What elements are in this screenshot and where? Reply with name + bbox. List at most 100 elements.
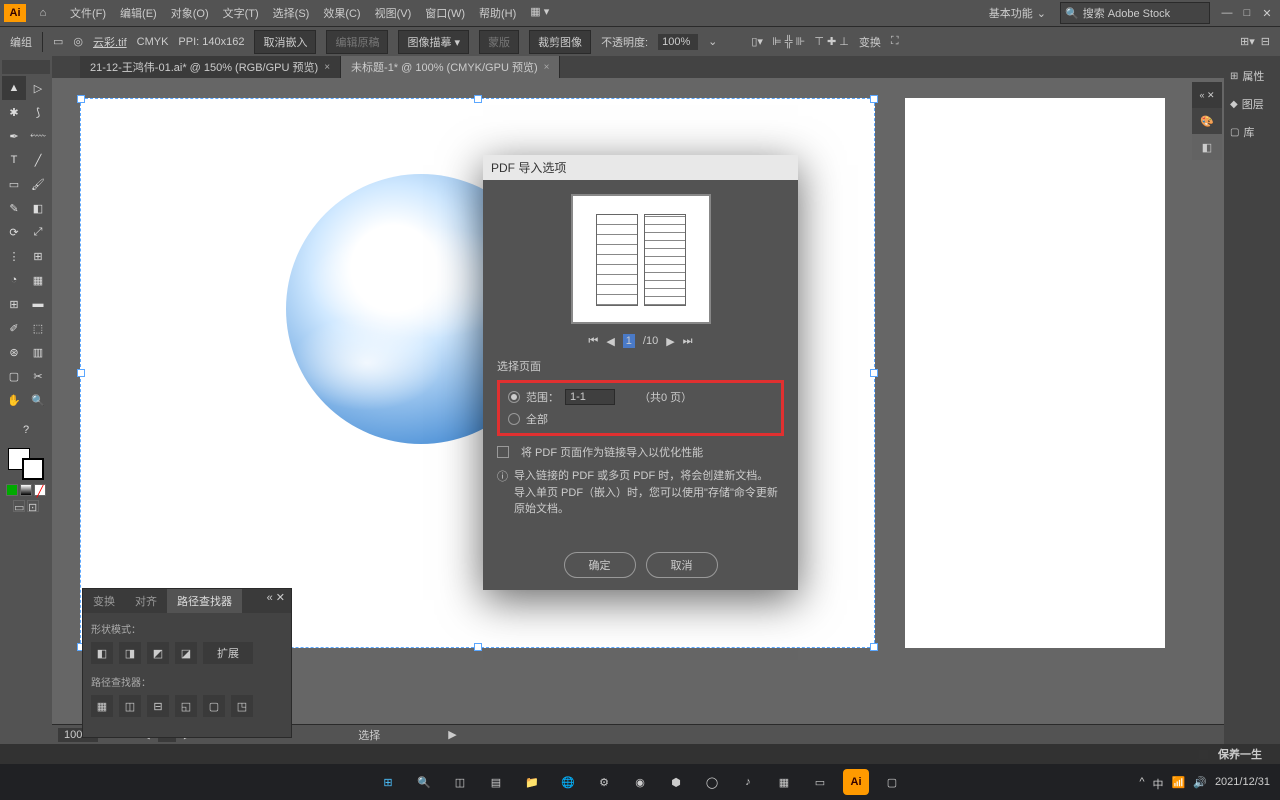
ok-button[interactable]: 确定 xyxy=(564,552,636,578)
curvature-tool[interactable]: ⬳ xyxy=(26,124,50,148)
merge-icon[interactable]: ⊟ xyxy=(147,695,169,717)
width-tool[interactable]: ⋮ xyxy=(2,244,26,268)
tab-doc1[interactable]: 21-12-王鸿伟-01.ai* @ 150% (RGB/GPU 预览)× xyxy=(80,56,341,78)
intersect-icon[interactable]: ◩ xyxy=(147,642,169,664)
taskview-icon[interactable]: ◫ xyxy=(447,769,473,795)
selection-tool[interactable]: ▲ xyxy=(2,76,26,100)
tray-chevron-icon[interactable]: ^ xyxy=(1139,776,1144,792)
checkbox[interactable] xyxy=(497,446,509,458)
prev-page-icon[interactable]: ◀ xyxy=(606,335,614,348)
perspective-tool[interactable]: ▦ xyxy=(26,268,50,292)
app-icon[interactable]: ⬢ xyxy=(663,769,689,795)
range-input[interactable]: 1-1 xyxy=(565,389,615,405)
wifi-icon[interactable]: 📶 xyxy=(1172,776,1186,792)
rotate-tool[interactable]: ⟳ xyxy=(2,220,26,244)
collapse-icon[interactable]: « xyxy=(267,592,273,604)
libraries-panel-button[interactable]: ▢ 库 xyxy=(1224,118,1280,146)
search-input[interactable]: 🔍搜索 Adobe Stock xyxy=(1060,2,1210,24)
divide-icon[interactable]: ▦ xyxy=(91,695,113,717)
gradient-tool[interactable]: ▬ xyxy=(26,292,50,316)
search-icon[interactable]: 🔍 xyxy=(411,769,437,795)
color-icon[interactable]: 🎨 xyxy=(1192,108,1222,134)
explorer-icon[interactable]: 📁 xyxy=(519,769,545,795)
range-radio[interactable] xyxy=(508,391,520,403)
menu-view[interactable]: 视图(V) xyxy=(369,2,418,24)
align-icons[interactable]: ▯▾ ⊫ ╬ ⊪ ⊤ ✚ ⊥ xyxy=(751,35,848,48)
app-icon[interactable]: ▭ xyxy=(807,769,833,795)
widgets-icon[interactable]: ▤ xyxy=(483,769,509,795)
next-page-icon[interactable]: ▶ xyxy=(666,335,674,348)
screen-mode-icon[interactable]: ⊡ xyxy=(27,500,39,512)
close-icon[interactable]: ✕ xyxy=(276,592,285,604)
properties-panel-button[interactable]: ⊞ 属性 xyxy=(1224,62,1280,90)
direct-selection-tool[interactable]: ▷ xyxy=(26,76,50,100)
slice-tool[interactable]: ✂ xyxy=(26,364,50,388)
outline-icon[interactable]: ▢ xyxy=(203,695,225,717)
eyedropper-tool[interactable]: ✐ xyxy=(2,316,26,340)
eraser-tool[interactable]: ◧ xyxy=(26,196,50,220)
app-icon[interactable]: ◯ xyxy=(699,769,725,795)
pen-tool[interactable]: ✒ xyxy=(2,124,26,148)
align-tab[interactable]: 对齐 xyxy=(125,589,167,613)
trim-icon[interactable]: ◫ xyxy=(119,695,141,717)
clock[interactable]: 2021/12/31 xyxy=(1215,776,1270,792)
layers-panel-button[interactable]: ◆ 图层 xyxy=(1224,90,1280,118)
home-icon[interactable]: ⌂ xyxy=(34,4,52,22)
minimize-button[interactable]: — xyxy=(1218,6,1236,20)
link-icon[interactable]: ▭ xyxy=(53,35,63,48)
last-page-icon[interactable]: ⏭ xyxy=(683,335,693,348)
transform-icon[interactable]: ⛶ xyxy=(891,35,899,48)
menu-select[interactable]: 选择(S) xyxy=(267,2,316,24)
target-icon[interactable]: ◎ xyxy=(73,35,83,48)
all-radio[interactable] xyxy=(508,413,520,425)
menu-file[interactable]: 文件(F) xyxy=(64,2,112,24)
pathfinder-tab[interactable]: 路径查找器 xyxy=(167,589,242,613)
line-tool[interactable]: ╱ xyxy=(26,148,50,172)
artboard-tool[interactable]: ▢ xyxy=(2,364,26,388)
opacity-input[interactable]: 100% xyxy=(658,34,698,50)
close-icon[interactable]: × xyxy=(544,62,550,73)
free-transform-tool[interactable]: ⊞ xyxy=(26,244,50,268)
toggle-fill-stroke[interactable]: ? xyxy=(14,418,38,442)
first-page-icon[interactable]: ⏮ xyxy=(588,335,598,348)
menu-window[interactable]: 窗口(W) xyxy=(419,2,471,24)
edge-icon[interactable]: 🌐 xyxy=(555,769,581,795)
chevron-down-icon[interactable]: ⌄ xyxy=(708,35,717,48)
cancel-button[interactable]: 取消 xyxy=(646,552,718,578)
blend-tool[interactable]: ⬚ xyxy=(26,316,50,340)
app-icon[interactable]: ♪ xyxy=(735,769,761,795)
page-number-input[interactable]: 1 xyxy=(623,334,635,348)
close-icon[interactable]: × xyxy=(324,62,330,73)
crop-icon[interactable]: ◱ xyxy=(175,695,197,717)
app-icon[interactable]: ▢ xyxy=(879,769,905,795)
system-tray[interactable]: ^ 中 📶 🔊 2021/12/31 xyxy=(1139,776,1270,792)
graph-tool[interactable]: ▥ xyxy=(26,340,50,364)
app-icon[interactable]: ▦ xyxy=(771,769,797,795)
transform-label[interactable]: 变换 xyxy=(859,34,881,50)
zoom-tool[interactable]: 🔍 xyxy=(26,388,50,412)
rectangle-tool[interactable]: ▭ xyxy=(2,172,26,196)
close-panel-icon[interactable]: « ✕ xyxy=(1192,82,1222,108)
play-icon[interactable]: ▶ xyxy=(448,728,456,741)
magic-wand-tool[interactable]: ✱ xyxy=(2,100,26,124)
lasso-tool[interactable]: ⟆ xyxy=(26,100,50,124)
type-tool[interactable]: T xyxy=(2,148,26,172)
workspace-switcher[interactable]: 基本功能 ⌄ xyxy=(983,3,1052,23)
minus-front-icon[interactable]: ◨ xyxy=(119,642,141,664)
link-checkbox-row[interactable]: 将 PDF 页面作为链接导入以优化性能 xyxy=(497,444,784,460)
volume-icon[interactable]: 🔊 xyxy=(1193,776,1207,792)
screen-mode-icon[interactable]: ▭ xyxy=(13,500,25,512)
chrome-icon[interactable]: ◉ xyxy=(627,769,653,795)
start-icon[interactable]: ⊞ xyxy=(375,769,401,795)
settings-icon[interactable]: ⚙ xyxy=(591,769,617,795)
artboard-2[interactable] xyxy=(905,98,1165,648)
menu-effect[interactable]: 效果(C) xyxy=(317,2,366,24)
minus-back-icon[interactable]: ◳ xyxy=(231,695,253,717)
fill-stroke-swatch[interactable] xyxy=(8,448,44,480)
transform-tab[interactable]: 变换 xyxy=(83,589,125,613)
swatches-icon[interactable]: ◧ xyxy=(1192,134,1222,160)
panel-icon[interactable]: ⊟ xyxy=(1261,35,1270,48)
scale-tool[interactable]: ⤢ xyxy=(26,220,50,244)
menu-edit[interactable]: 编辑(E) xyxy=(114,2,163,24)
symbol-sprayer-tool[interactable]: ⊛ xyxy=(2,340,26,364)
